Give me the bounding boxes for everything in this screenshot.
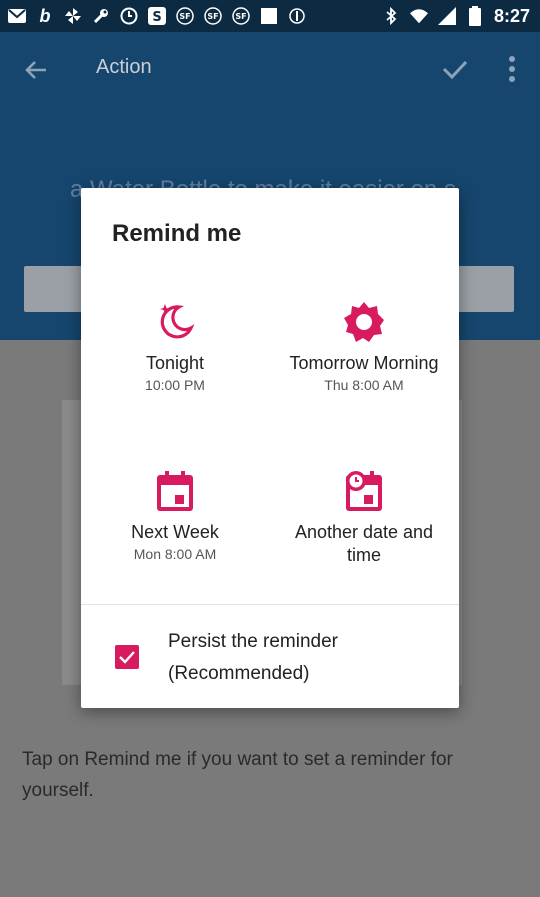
app-bar-title: Action (96, 56, 152, 78)
wifi-icon (409, 7, 428, 25)
svg-text:SF: SF (179, 12, 190, 21)
sf-icon: SF (204, 7, 222, 25)
option-another-label: Another date and time (294, 522, 434, 565)
dialog-title: Remind me (112, 220, 242, 247)
persist-label-line1: Persist the reminder (168, 631, 339, 652)
calendar-clock-icon (346, 471, 382, 511)
remind-me-dialog: Remind me Tonight 10:00 PM Tomorrow Morn… (81, 188, 459, 708)
sf-icon: SF (232, 7, 250, 25)
option-another-date[interactable]: Another date and time (284, 469, 444, 567)
option-tomorrow-label: Tomorrow Morning (289, 353, 439, 373)
option-tomorrow-morning[interactable]: Tomorrow Morning Thu 8:00 AM (284, 300, 444, 393)
sf-icon: SF (176, 7, 194, 25)
clock-icon (120, 7, 138, 25)
calendar-icon (157, 471, 193, 511)
bluetooth-icon (382, 7, 400, 25)
pinwheel-icon (64, 7, 82, 25)
sync-icon (288, 7, 306, 25)
option-tomorrow-time: Thu 8:00 AM (324, 377, 404, 393)
sun-icon (344, 302, 384, 342)
option-next-week-label: Next Week (131, 522, 219, 542)
option-tonight-label: Tonight (145, 353, 205, 373)
moon-icon (160, 304, 195, 339)
persist-label-line2: (Recommended) (168, 663, 310, 684)
more-vert-icon[interactable] (502, 54, 522, 84)
wrench-icon (92, 7, 110, 25)
option-next-week-time: Mon 8:00 AM (133, 546, 217, 562)
checkmark-icon (119, 651, 135, 664)
instruction-text: Tap on Remind me if you want to set a re… (22, 749, 453, 801)
option-tonight-time: 10:00 PM (145, 377, 205, 393)
persist-checkbox[interactable] (115, 645, 139, 669)
battery-icon (466, 6, 484, 26)
back-arrow-icon[interactable] (22, 56, 50, 84)
notification-icons: b S SF SF SF (8, 5, 306, 26)
signal-icon (437, 7, 456, 25)
strikethrough-s-icon: S (148, 7, 166, 25)
persist-label: Persist the reminder (Recommended) (168, 626, 338, 690)
svg-text:SF: SF (235, 12, 246, 21)
svg-text:SF: SF (207, 12, 218, 21)
svg-text:S: S (152, 10, 161, 25)
system-icons: 8:27 (382, 6, 530, 27)
check-icon[interactable] (440, 54, 470, 84)
mail-icon (8, 7, 26, 25)
square-icon (260, 7, 278, 25)
status-bar: b S SF SF SF 8:27 (0, 0, 540, 32)
option-tonight[interactable]: Tonight 10:00 PM (95, 300, 255, 393)
clock-time: 8:27 (493, 5, 530, 26)
bold-b-icon: b (39, 5, 51, 26)
option-next-week[interactable]: Next Week Mon 8:00 AM (95, 469, 255, 562)
